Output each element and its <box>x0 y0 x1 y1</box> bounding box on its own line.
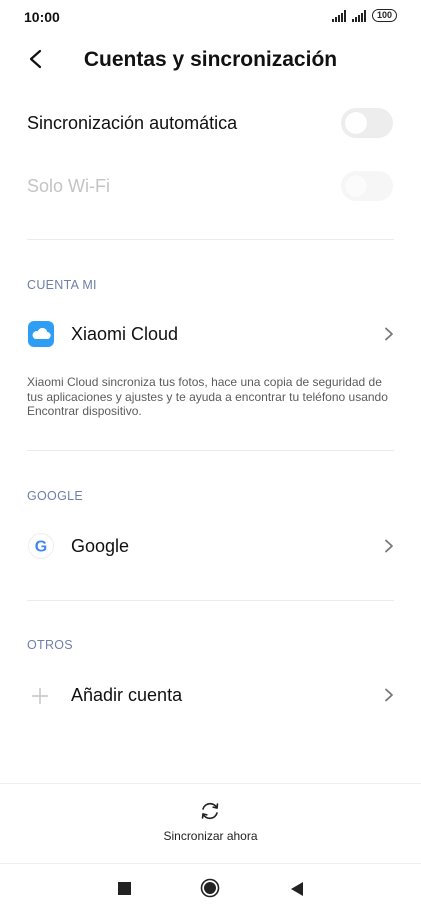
add-account-label: Añadir cuenta <box>71 685 183 705</box>
status-time: 10:00 <box>24 9 60 25</box>
wifi-only-label: Solo Wi-Fi <box>27 176 111 196</box>
google-label: Google <box>71 536 130 556</box>
divider <box>27 600 394 601</box>
google-g-icon: G <box>28 533 54 559</box>
xiaomi-cloud-description: Xiaomi Cloud sincroniza tus fotos, hace … <box>27 375 388 418</box>
divider <box>27 450 394 451</box>
section-header-otros: OTROS <box>27 638 73 652</box>
toggle-knob <box>345 175 367 197</box>
svg-text:G: G <box>35 539 47 556</box>
sync-now-button[interactable]: Sincronizar ahora <box>0 829 421 843</box>
battery-icon: 100 <box>371 9 397 22</box>
google-account-item[interactable]: G Google <box>0 521 421 571</box>
xiaomi-cloud-icon <box>28 321 54 347</box>
add-account-item[interactable]: Añadir cuenta <box>0 670 421 720</box>
auto-sync-label: Sincronización automática <box>27 113 238 133</box>
xiaomi-cloud-item[interactable]: Xiaomi Cloud <box>0 310 421 360</box>
page-title: Cuentas y sincronización <box>83 48 338 71</box>
home-button[interactable] <box>200 878 220 898</box>
chevron-right-icon <box>385 688 393 702</box>
divider <box>0 863 421 864</box>
divider <box>0 783 421 784</box>
section-header-cuenta-mi: CUENTA MI <box>27 278 97 292</box>
wifi-only-toggle[interactable] <box>341 171 393 201</box>
signal-icon <box>351 9 366 22</box>
xiaomi-cloud-label: Xiaomi Cloud <box>71 324 179 344</box>
toggle-knob <box>345 112 367 134</box>
divider <box>27 239 394 240</box>
chevron-right-icon <box>385 327 393 341</box>
sync-icon[interactable] <box>199 800 221 822</box>
nav-back-button[interactable] <box>290 881 304 897</box>
chevron-right-icon <box>385 539 393 553</box>
signal-icon <box>331 9 346 22</box>
section-header-google: GOOGLE <box>27 489 83 503</box>
recent-apps-button[interactable] <box>118 882 131 895</box>
auto-sync-toggle[interactable] <box>341 108 393 138</box>
plus-icon <box>32 688 48 704</box>
status-icons: 100 <box>331 9 397 22</box>
